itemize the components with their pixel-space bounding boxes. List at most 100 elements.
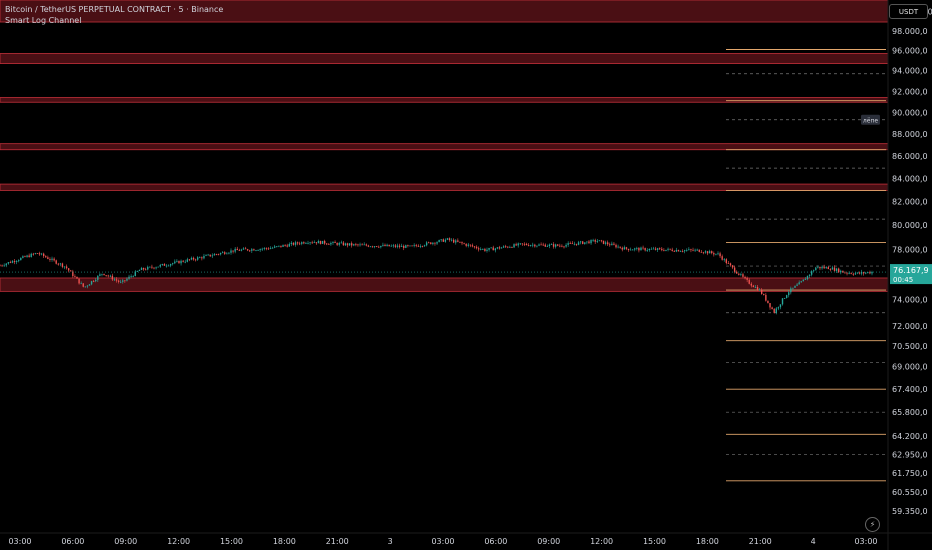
candle <box>644 247 646 252</box>
candle-body <box>806 275 809 280</box>
candle-body <box>675 249 678 252</box>
candle-body <box>36 253 39 254</box>
candle-body <box>28 255 30 258</box>
candle <box>690 248 692 253</box>
candle <box>265 247 268 251</box>
candle <box>165 264 168 268</box>
candle <box>671 247 673 252</box>
candle <box>492 245 494 251</box>
price-axis[interactable]: 100.000,098.000,096.000,094.000,092.000,… <box>892 7 932 516</box>
candle-body <box>519 243 521 245</box>
candle-body <box>228 252 230 254</box>
candle <box>230 248 232 255</box>
candle-body <box>719 253 721 257</box>
candle-body <box>22 256 24 258</box>
price-tick-label: 94.000,0 <box>892 67 928 76</box>
candle-body <box>428 242 430 244</box>
candle <box>290 241 293 247</box>
candle-body <box>434 242 436 244</box>
candle-body <box>367 245 370 247</box>
candle-body <box>444 239 447 242</box>
candle-body <box>70 270 72 272</box>
candle <box>236 246 238 251</box>
price-chart[interactable]: 100.000,098.000,096.000,094.000,092.000,… <box>0 0 932 550</box>
candle-body <box>636 248 638 249</box>
candle-body <box>421 246 424 247</box>
candle <box>319 240 322 245</box>
candle-body <box>165 265 168 267</box>
candle <box>311 240 313 244</box>
candle-body <box>721 256 723 260</box>
candle <box>417 244 420 247</box>
currency-selector[interactable]: USDT <box>889 4 928 19</box>
candle <box>355 242 357 247</box>
candle <box>76 276 78 279</box>
candle-body <box>492 247 494 251</box>
candle <box>827 266 829 270</box>
candle-body <box>582 241 584 244</box>
candle-body <box>190 257 193 260</box>
candle <box>523 242 526 246</box>
candle <box>621 246 623 252</box>
candle <box>638 246 640 253</box>
candle-body <box>467 244 469 246</box>
candle-body <box>515 244 517 246</box>
candle-body <box>817 266 819 268</box>
time-tick-label: 12:00 <box>167 537 190 546</box>
candle-body <box>815 267 817 271</box>
candle-body <box>178 260 180 264</box>
candle <box>559 243 561 248</box>
candle <box>779 304 782 310</box>
lightning-icon[interactable]: ⚡ <box>865 517 880 532</box>
candle-body <box>702 252 705 254</box>
candle-body <box>371 246 374 248</box>
candle-body <box>246 249 249 251</box>
candle <box>380 245 382 249</box>
candle <box>132 275 134 278</box>
candle-body <box>13 261 16 263</box>
candle-body <box>265 247 268 249</box>
candle-body <box>400 245 403 247</box>
candle-body <box>765 294 767 301</box>
candle-body <box>242 248 245 250</box>
candle <box>763 293 765 296</box>
candle-body <box>319 241 322 244</box>
candle-body <box>567 243 569 245</box>
candle <box>1 264 3 267</box>
candle <box>384 243 386 247</box>
candle-body <box>625 247 628 249</box>
candle <box>561 244 563 248</box>
candle-body <box>365 244 367 246</box>
candle-body <box>602 240 605 244</box>
candle-body <box>871 272 873 274</box>
candle <box>704 250 707 254</box>
candle-body <box>211 255 213 257</box>
candle <box>457 238 459 243</box>
price-tick-label: 78.000,0 <box>892 245 928 254</box>
candle <box>563 245 565 249</box>
candle-body <box>113 279 116 281</box>
candle <box>51 256 53 262</box>
candle-body <box>161 263 164 265</box>
candle <box>640 246 642 251</box>
candle <box>267 247 270 250</box>
indicator-name[interactable]: Smart Log Channel <box>5 15 223 26</box>
candle <box>542 242 544 247</box>
time-tick-label: 03:00 <box>8 537 31 546</box>
price-tick-label: 62.950,0 <box>892 451 928 460</box>
symbol-title[interactable]: Bitcoin / TetherUS PERPETUAL CONTRACT · … <box>5 4 223 15</box>
candle <box>357 243 359 247</box>
candle-body <box>224 252 226 254</box>
candle <box>288 242 290 247</box>
candle-body <box>611 243 613 246</box>
candle-body <box>45 256 47 258</box>
candle-body <box>463 243 465 245</box>
price-tick-label: 59.350,0 <box>892 507 928 516</box>
candle-body <box>554 244 557 247</box>
time-axis[interactable]: 03:00 06:00 09:00 12:00 15:00 18:00 21:00 3 03:0… <box>8 537 877 546</box>
candle-body <box>321 240 324 244</box>
candle <box>592 238 594 242</box>
time-tick-label: 09:00 <box>537 537 560 546</box>
candle-body <box>11 261 14 263</box>
candle <box>167 264 170 267</box>
